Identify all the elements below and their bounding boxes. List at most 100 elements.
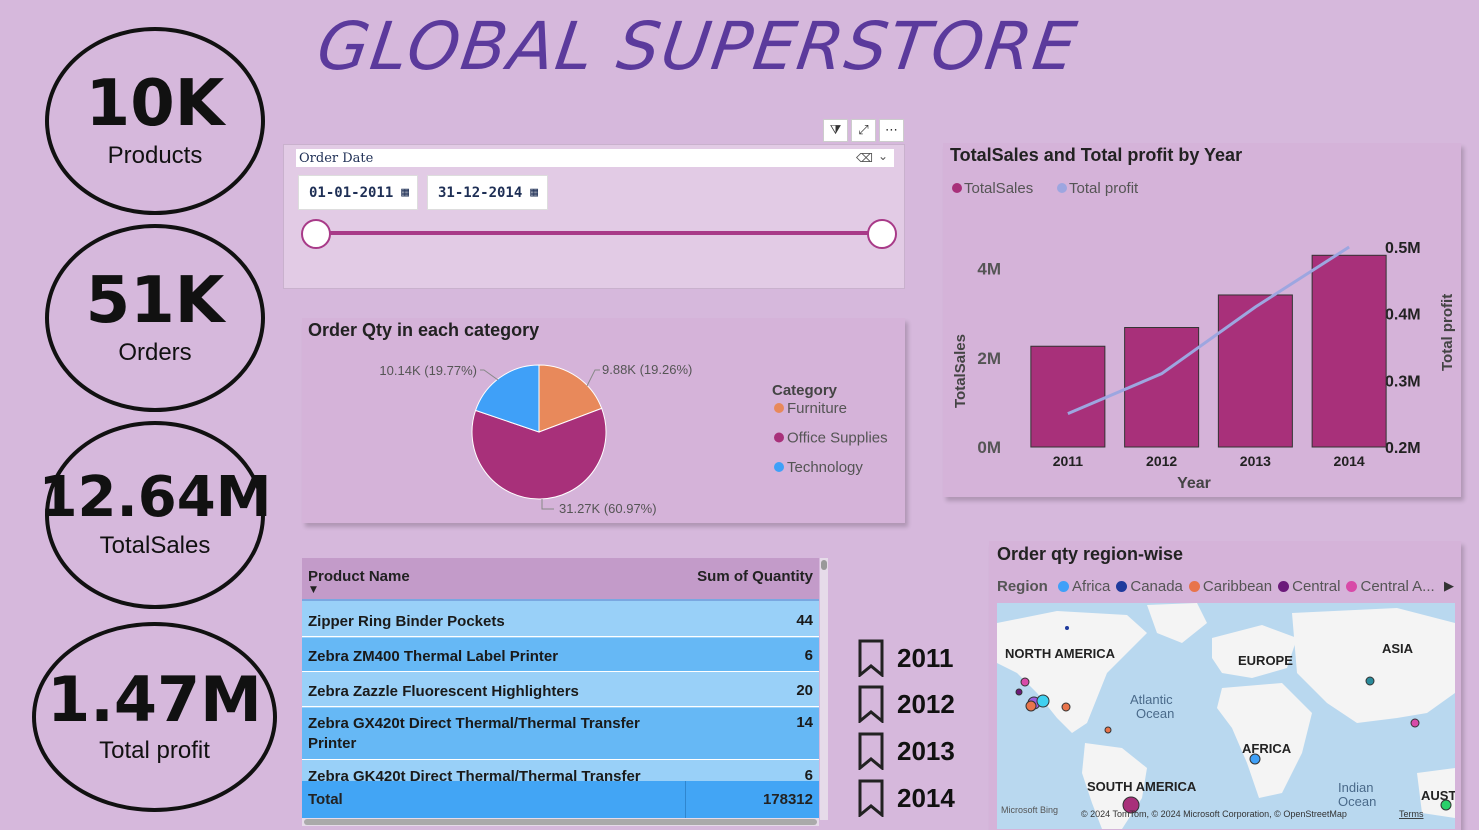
bookmark-2013[interactable]: 2013 (858, 732, 955, 770)
legend-next-icon[interactable]: ▶ (1444, 579, 1454, 594)
map-legend-item[interactable]: Africa (1058, 578, 1110, 595)
y-tick-label: 2M (977, 349, 1001, 368)
sort-desc-icon[interactable]: ▼ (310, 585, 317, 595)
map-legend-item[interactable]: Central (1278, 578, 1340, 595)
end-date-input[interactable]: 31-12-2014 ▦ (427, 175, 548, 210)
bookmark-2011[interactable]: 2011 (858, 639, 953, 677)
pie-leader-line (586, 369, 600, 387)
legend-item[interactable]: Total profit (1069, 180, 1139, 197)
bar-2011[interactable] (1030, 345, 1106, 448)
cell-product-name: Zebra GK420t Direct Thermal/Thermal Tran… (308, 768, 641, 781)
kpi-total-sales-value: 12.64M (38, 465, 272, 530)
map-bubble (1410, 718, 1420, 728)
column-divider (685, 781, 686, 820)
cell-product-name: Zebra GX420t Direct Thermal/Thermal Tran… (308, 715, 640, 752)
y2-tick-label: 0.4M (1385, 307, 1421, 324)
bookmark-icon (858, 732, 884, 770)
y-axis-title: TotalSales (952, 334, 969, 408)
legend-marker (1188, 581, 1200, 592)
start-date-input[interactable]: 01-01-2011 ▦ (298, 175, 418, 210)
asia-shape (1292, 608, 1455, 723)
table-row[interactable]: Zebra ZM400 Thermal Label Printer 6 (302, 638, 819, 672)
more-options-icon[interactable]: ⋯ (879, 119, 904, 142)
legend-marker (1057, 183, 1067, 193)
legend-marker (1278, 581, 1290, 592)
focus-mode-icon[interactable]: ⤢ (851, 119, 876, 142)
column-header-quantity[interactable]: Sum of Quantity (697, 568, 813, 585)
start-handle[interactable] (301, 219, 331, 249)
chevron-down-icon[interactable]: ⌄ (878, 149, 888, 163)
kpi-total-profit-label: Total profit (99, 737, 210, 764)
kpi-products-label: Products (107, 142, 203, 169)
bookmark-label: 2012 (897, 688, 955, 719)
y2-tick-label: 0.3M (1385, 373, 1421, 390)
vertical-scrollbar[interactable] (820, 558, 828, 820)
date-range-track[interactable] (314, 231, 884, 235)
cell-product-name: Zipper Ring Binder Pockets (308, 613, 505, 630)
label-indian: Indian (1338, 780, 1373, 795)
legend-marker (774, 403, 784, 413)
europe-shape (1212, 625, 1297, 678)
legend-marker (1116, 581, 1128, 592)
horizontal-scrollbar[interactable] (302, 818, 819, 826)
profit-line[interactable] (1067, 245, 1350, 416)
legend-item[interactable]: Office Supplies (787, 430, 888, 447)
legend-marker (952, 183, 962, 193)
filter-icon[interactable]: ⧩ (823, 119, 848, 142)
pie-data-label: 31.27K (60.97%) (559, 501, 657, 516)
cell-quantity: 20 (796, 682, 813, 699)
legend-label: Africa (1072, 578, 1111, 595)
map-view[interactable]: NORTH AMERICA EUROPE ASIA Atlantic Ocean… (997, 603, 1455, 829)
label-australia: AUST (1421, 788, 1455, 803)
legend-marker (774, 432, 784, 443)
legend-title: Category (772, 382, 838, 399)
y-tick-label: 0M (977, 438, 1001, 457)
map-bubble (1025, 700, 1037, 712)
scroll-thumb[interactable] (304, 819, 817, 825)
kpi-products: 10K Products (45, 27, 265, 215)
legend-item[interactable]: Technology (787, 459, 863, 476)
map-legend-item[interactable]: Central A... (1346, 578, 1435, 595)
map-bubble (1020, 677, 1030, 687)
kpi-total-profit-value: 1.47M (47, 663, 262, 736)
bookmark-label: 2014 (897, 782, 955, 813)
table-row[interactable]: Zebra GX420t Direct Thermal/Thermal Tran… (302, 708, 819, 760)
label-atlantic-ocean: Ocean (1136, 706, 1174, 721)
table-row[interactable]: Zebra GK420t Direct Thermal/Thermal Tran… (302, 761, 819, 781)
map-bubble (1015, 688, 1023, 696)
map-bubble (1104, 726, 1112, 734)
pie-chart: 9.88K (19.26%) 31.27K (60.97%) 10.14K (19.… (379, 362, 888, 516)
start-date-value: 01-01-2011 (309, 184, 394, 201)
x-tick-label: 2013 (1240, 453, 1271, 469)
pie-leader-line (541, 499, 554, 510)
table-row[interactable]: Zebra Zazzle Fluorescent Highlighters 20 (302, 673, 819, 707)
table-row[interactable]: Zipper Ring Binder Pockets 44 (302, 603, 819, 637)
pie-chart-panel: Order Qty in each category 9.88K (19.26%… (302, 318, 905, 523)
map-legend-item[interactable]: Canada (1116, 578, 1183, 595)
label-south-america: SOUTH AMERICA (1087, 779, 1197, 794)
calendar-icon[interactable]: ▦ (401, 185, 409, 200)
scroll-thumb[interactable] (821, 560, 827, 570)
greenland-shape (1147, 603, 1207, 643)
eraser-icon[interactable]: ⌫ (856, 151, 873, 165)
x-tick-label: 2011 (1053, 453, 1084, 469)
cell-quantity: 6 (804, 647, 813, 664)
map-legend-item[interactable]: Caribbean (1188, 578, 1272, 595)
label-africa: AFRICA (1242, 741, 1292, 756)
bookmark-2012[interactable]: 2012 (858, 685, 955, 723)
bar-2014[interactable] (1311, 254, 1387, 448)
legend-item[interactable]: TotalSales (964, 180, 1033, 197)
bar-2012[interactable] (1124, 327, 1200, 448)
map-legend: Region Africa Canada Caribbean Central Centr… (997, 578, 1452, 598)
bookmark-2014[interactable]: 2014 (858, 779, 955, 817)
map-bubble (1036, 694, 1050, 708)
legend-label: Central A... (1360, 578, 1435, 595)
calendar-icon[interactable]: ▦ (530, 185, 538, 200)
column-header-product[interactable]: Product Name (308, 568, 410, 585)
end-handle[interactable] (867, 219, 897, 249)
cell-quantity: 6 (804, 767, 813, 781)
kpi-orders: 51K Orders (45, 224, 265, 412)
x-tick-label: 2014 (1334, 453, 1365, 469)
legend-item[interactable]: Furniture (787, 400, 847, 417)
bar-2013[interactable] (1217, 294, 1293, 448)
